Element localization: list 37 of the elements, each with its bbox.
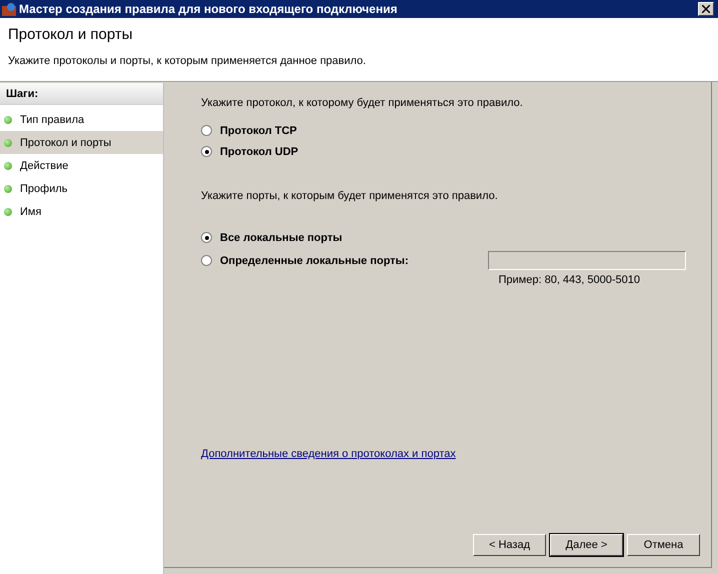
status-dot-icon [4,184,12,192]
help-link[interactable]: Дополнительные сведения о протоколах и портах [201,448,456,460]
step-label: Тип правила [20,114,84,126]
window-title: Мастер создания правила для нового входящего подключения [19,2,398,16]
step-label: Профиль [20,182,68,194]
radio-button[interactable] [201,255,212,266]
radio-option[interactable]: Все локальные порты [201,230,711,245]
radio-button[interactable] [201,146,212,157]
status-dot-icon [4,116,12,124]
protocol-prompt: Укажите протокол, к которому будет применяться это правило. [201,97,524,109]
radio-option[interactable]: Определенные локальные порты: [201,253,408,268]
page-subtitle: Укажите протоколы и порты, к которым применяется данное правило. [8,55,367,67]
step-item[interactable]: Тип правила [0,108,163,131]
status-dot-icon [4,162,12,170]
page-title: Протокол и порты [8,26,134,43]
step-item[interactable]: Имя [0,200,163,223]
step-label: Действие [20,160,68,172]
wizard-button[interactable]: < Назад [473,534,546,556]
radio-option[interactable]: Протокол UDP [201,144,711,159]
step-item[interactable]: Профиль [0,177,163,200]
step-item[interactable]: Действие [0,154,163,177]
firewall-icon [2,2,16,16]
wizard-button[interactable]: Отмена [627,534,700,556]
status-dot-icon [4,138,12,146]
close-button[interactable] [698,2,714,16]
step-label: Имя [20,206,42,218]
status-dot-icon [4,208,12,216]
radio-button[interactable] [201,125,212,136]
ports-prompt: Укажите порты, к которым будет применятся это правило. [201,190,499,202]
close-icon [702,5,710,13]
radio-button[interactable] [201,232,212,243]
steps-title: Шаги: [0,83,163,105]
wizard-button[interactable]: Далее > [550,534,623,556]
step-item[interactable]: Протокол и порты [0,131,163,154]
radio-option[interactable]: Протокол TCP [201,123,711,138]
ports-example: Пример: 80, 443, 5000-5010 [498,274,640,286]
step-label: Протокол и порты [20,136,112,148]
